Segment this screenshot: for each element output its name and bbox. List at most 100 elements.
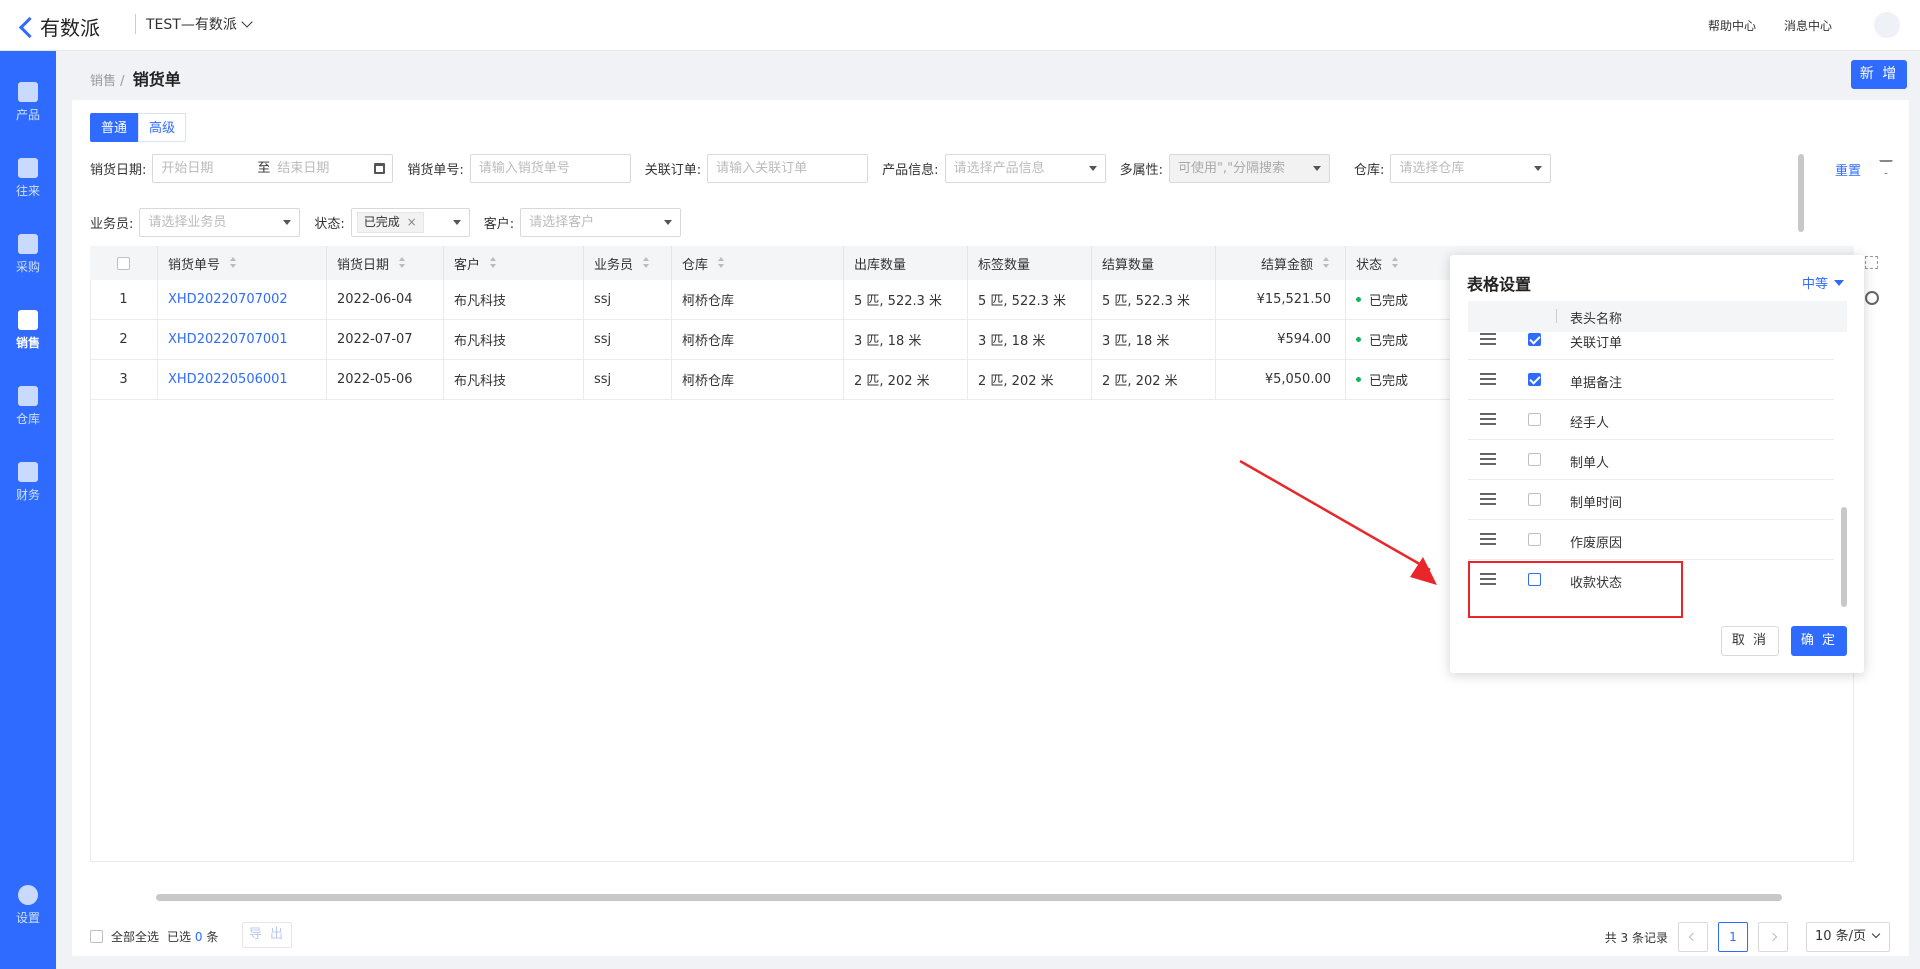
cancel-button[interactable]: 取 消	[1721, 626, 1779, 656]
breadcrumb-parent[interactable]: 销售	[90, 74, 116, 89]
select-all-label[interactable]: 全部全选	[111, 928, 159, 945]
tab-normal[interactable]: 普通	[90, 113, 139, 142]
sidebar-item-purchase[interactable]: 采购	[0, 226, 56, 290]
sort-icon[interactable]	[399, 257, 407, 269]
status-label: 状态:	[314, 217, 345, 232]
page-button[interactable]: 1	[1718, 922, 1748, 952]
tab-advanced[interactable]: 高级	[138, 113, 187, 142]
tenant-name: TEST—有数派	[146, 17, 237, 33]
table-horizontal-scrollbar[interactable]	[156, 894, 1782, 901]
col-header-warehouse[interactable]: 仓库	[672, 246, 844, 280]
row-index: 2	[90, 320, 158, 359]
column-item[interactable]: 经手人	[1468, 400, 1834, 440]
sidebar-item-product[interactable]: 产品	[0, 74, 56, 138]
sort-icon[interactable]	[1323, 257, 1331, 269]
col-header-out-qty: 出库数量	[844, 246, 968, 280]
sort-icon[interactable]	[718, 257, 726, 269]
table-footer: 全部全选 已选 0 条 导 出 共 3 条记录 1 10 条/页	[90, 920, 1890, 952]
multi-attr-input[interactable]: 可使用","分隔搜索	[1168, 154, 1330, 183]
filter-scrollbar[interactable]	[1798, 154, 1804, 232]
logo-icon	[18, 17, 36, 37]
salesman-select[interactable]: 请选择业务员	[139, 208, 301, 237]
related-order-input[interactable]: 请输入关联订单	[707, 154, 869, 183]
sidebar-item-sales[interactable]: 销售	[0, 302, 56, 366]
col-header-order-no[interactable]: 销货单号	[158, 246, 327, 280]
col-header-settle-qty: 结算数量	[1092, 246, 1216, 280]
drag-handle-icon[interactable]	[1480, 333, 1496, 345]
drag-handle-icon[interactable]	[1480, 453, 1496, 465]
app-logo[interactable]: 有数派	[18, 12, 100, 41]
cart-icon	[18, 234, 38, 254]
drag-handle-icon[interactable]	[1480, 533, 1496, 545]
drag-handle-icon[interactable]	[1480, 493, 1496, 505]
gear-icon[interactable]	[1865, 291, 1879, 305]
order-no-link[interactable]: XHD20220707002	[168, 292, 288, 307]
col-header-date[interactable]: 销货日期	[327, 246, 444, 280]
column-checkbox[interactable]	[1528, 373, 1541, 386]
order-no-link[interactable]: XHD20220506001	[168, 372, 288, 387]
help-center-link[interactable]: 帮助中心	[1708, 17, 1756, 34]
column-item[interactable]: 关联订单	[1468, 332, 1834, 360]
col-header-status[interactable]: 状态	[1346, 246, 1446, 280]
col-header-amount[interactable]: 结算金额	[1216, 246, 1346, 280]
sidebar-item-contacts[interactable]: 往来	[0, 150, 56, 214]
new-button[interactable]: 新 增	[1851, 60, 1907, 89]
filter-icon[interactable]	[1879, 160, 1893, 174]
cell-salesman: ssj	[584, 280, 672, 319]
page-size-select[interactable]: 10 条/页	[1806, 922, 1890, 952]
sort-icon[interactable]	[490, 257, 498, 269]
export-button[interactable]: 导 出	[242, 922, 292, 948]
product-info-select[interactable]: 请选择产品信息	[944, 154, 1106, 183]
customer-select[interactable]: 请选择客户	[520, 208, 682, 237]
date-range-picker[interactable]: 开始日期 至 结束日期	[152, 154, 394, 183]
tenant-switcher[interactable]: TEST—有数派	[135, 14, 253, 34]
fullscreen-icon[interactable]	[1865, 256, 1878, 269]
sidebar-item-settings[interactable]: 设置	[0, 877, 56, 941]
col-header-salesman[interactable]: 业务员	[584, 246, 672, 280]
message-center-link[interactable]: 消息中心	[1784, 17, 1832, 34]
status-select[interactable]: 已完成 ×	[350, 208, 470, 237]
sidebar-item-label: 往来	[15, 184, 40, 198]
sidebar-item-label: 采购	[15, 260, 40, 274]
col-label: 客户	[454, 257, 481, 273]
confirm-button[interactable]: 确 定	[1791, 626, 1847, 656]
next-page-button[interactable]	[1758, 922, 1788, 952]
column-item[interactable]: 制单时间	[1468, 480, 1834, 520]
density-select[interactable]: 中等	[1802, 273, 1844, 292]
status-text: 已完成	[1369, 334, 1409, 349]
column-checkbox[interactable]	[1528, 453, 1541, 466]
column-checkbox[interactable]	[1528, 493, 1541, 506]
status-text: 已完成	[1369, 294, 1409, 309]
drag-handle-icon[interactable]	[1480, 413, 1496, 425]
column-checkbox[interactable]	[1528, 333, 1541, 346]
reset-link[interactable]: 重置	[1835, 160, 1861, 179]
column-item[interactable]: 作废原因	[1468, 520, 1834, 560]
drag-handle-icon[interactable]	[1480, 373, 1496, 385]
cell-status: 已完成	[1346, 280, 1446, 319]
warehouse-select[interactable]: 请选择仓库	[1390, 154, 1552, 183]
select-all-checkbox[interactable]	[90, 930, 103, 943]
prev-page-button[interactable]	[1678, 922, 1708, 952]
sidebar-item-warehouse[interactable]: 仓库	[0, 378, 56, 442]
column-item[interactable]: 单据备注	[1468, 360, 1834, 400]
order-no-link[interactable]: XHD20220707001	[168, 332, 288, 347]
caret-down-icon	[1312, 166, 1321, 171]
select-all-header[interactable]	[90, 246, 158, 280]
cell-out-qty: 3 匹, 18 米	[844, 320, 968, 359]
order-no-input[interactable]: 请输入销货单号	[469, 154, 631, 183]
column-checkbox[interactable]	[1528, 413, 1541, 426]
col-label: 结算数量	[1102, 257, 1155, 273]
col-header-customer[interactable]: 客户	[444, 246, 584, 280]
avatar[interactable]	[1874, 12, 1900, 38]
sort-icon[interactable]	[643, 257, 651, 269]
column-item[interactable]: 制单人	[1468, 440, 1834, 480]
header-checkbox[interactable]	[117, 256, 130, 270]
sort-icon[interactable]	[230, 257, 238, 269]
column-list-scrollbar[interactable]	[1841, 507, 1847, 607]
sort-icon[interactable]	[1392, 257, 1400, 269]
close-icon[interactable]: ×	[407, 215, 417, 229]
column-checkbox[interactable]	[1528, 533, 1541, 546]
sidebar-item-finance[interactable]: 财务	[0, 454, 56, 518]
date-start-input[interactable]: 开始日期	[161, 161, 213, 176]
date-end-input[interactable]: 结束日期	[277, 155, 329, 182]
